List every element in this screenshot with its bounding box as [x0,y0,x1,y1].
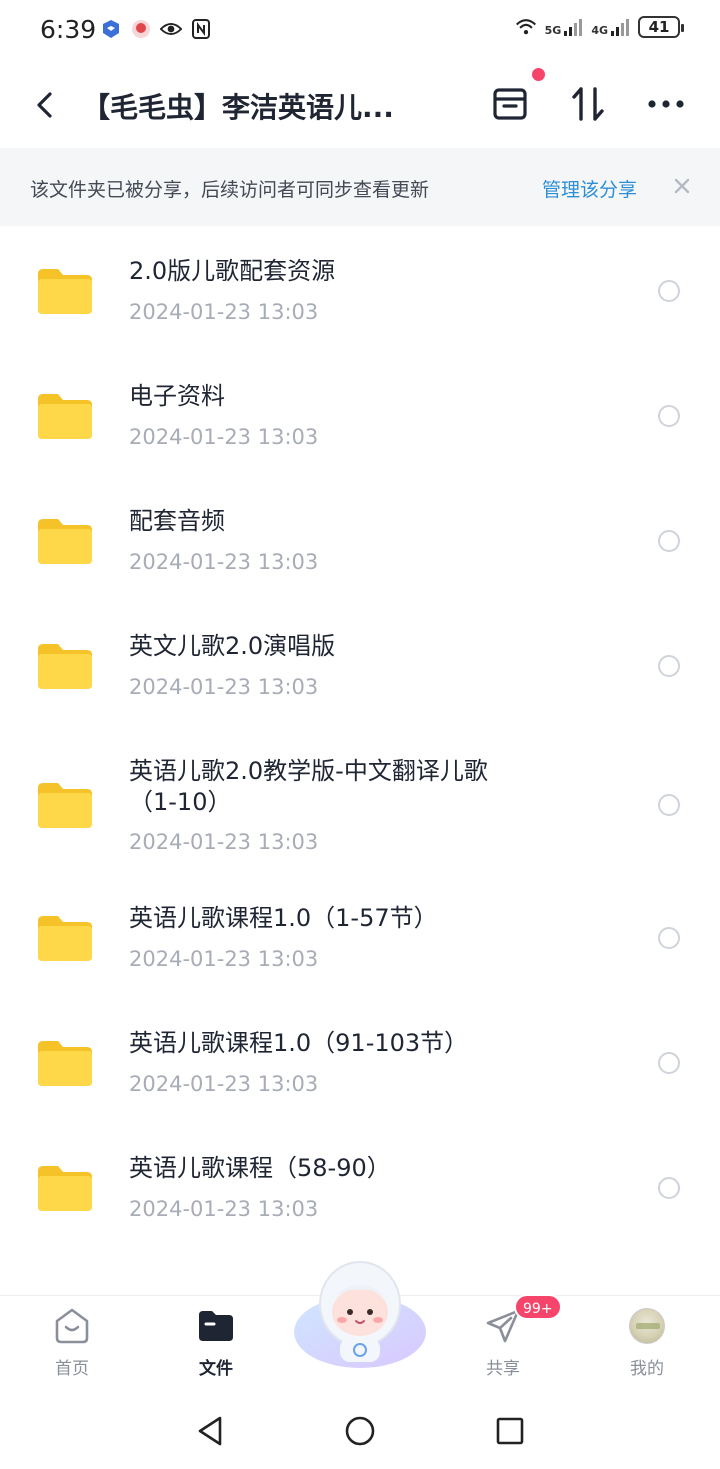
nav-item-home[interactable]: 首页 [27,1306,117,1386]
triangle-back-icon [198,1416,222,1446]
share-badge: 99+ [514,1294,562,1320]
nav-item-files[interactable]: 文件 [171,1306,261,1386]
folder-icon [38,269,92,314]
mascot-icon [294,1261,426,1368]
system-back-button[interactable] [192,1413,228,1449]
folder-icon [38,1166,92,1211]
wifi-icon [515,16,537,38]
folder-icon [38,1041,92,1086]
avatar [627,1306,667,1346]
file-time: 2024-01-23 13:03 [129,1072,319,1096]
select-radio[interactable] [658,280,680,302]
status-system-icons: 5G 4G 41 [515,16,684,38]
file-time: 2024-01-23 13:03 [129,550,319,574]
folder-icon [38,783,92,828]
avatar-image [629,1308,665,1344]
file-name: 英文儿歌2.0演唱版 [129,632,336,660]
select-radio[interactable] [658,655,680,677]
network-4g-label: 4G [591,24,608,37]
nav-label-home: 首页 [55,1359,89,1379]
file-time: 2024-01-23 13:03 [129,947,319,971]
nav-item-me[interactable]: 我的 [602,1306,692,1386]
more-button[interactable] [644,82,688,126]
file-name: 配套音频 [129,507,225,535]
inbox-button[interactable] [488,82,532,126]
square-recents-icon [496,1417,524,1445]
battery-indicator: 41 [638,16,684,38]
list-item[interactable]: 英语儿歌2.0教学版-中文翻译儿歌（1-10） 2024-01-23 13:03 [0,728,720,868]
notification-dot [532,68,545,81]
select-radio[interactable] [658,530,680,552]
status-time: 6:39 [40,15,97,44]
select-radio[interactable] [658,927,680,949]
inbox-icon [493,88,527,120]
select-radio[interactable] [658,1177,680,1199]
select-radio[interactable] [658,794,680,816]
file-time: 2024-01-23 13:03 [129,830,319,854]
status-bar: 6:39 5G 4G 41 [0,0,720,62]
circle-home-icon [345,1416,375,1446]
file-name: 英语儿歌课程1.0（1-57节） [129,904,438,932]
file-name: 英语儿歌2.0教学版-中文翻译儿歌（1-10） [129,757,488,816]
folder-nav-icon [196,1306,236,1346]
network-5g-label: 5G [544,24,562,37]
home-icon [52,1306,92,1346]
nav-label-share: 共享 [486,1359,520,1379]
signal-5g-icon [564,19,583,36]
file-time: 2024-01-23 13:03 [129,1197,319,1221]
file-time: 2024-01-23 13:03 [129,300,319,324]
status-notification-icons [100,18,212,40]
file-time: 2024-01-23 13:03 [129,675,319,699]
folder-icon [38,916,92,961]
file-name: 电子资料 [129,382,225,410]
list-item[interactable]: 英文儿歌2.0演唱版 2024-01-23 13:03 [0,603,720,723]
share-banner-text: 该文件夹已被分享，后续访问者可同步查看更新 [30,179,430,201]
file-name: 英语儿歌课程（58-90） [129,1154,391,1182]
red-app-notification-icon [130,18,152,40]
share-banner: 该文件夹已被分享，后续访问者可同步查看更新 管理该分享 [0,148,720,226]
page-title: 【毛毛虫】李洁英语儿... [82,91,394,124]
signal-4g-icon [611,19,629,36]
app-notification-icon [100,18,122,40]
nav-label-files: 文件 [199,1359,233,1379]
list-item[interactable]: 英语儿歌课程1.0（1-57节） 2024-01-23 13:03 [0,875,720,995]
eye-icon [160,18,182,40]
nav-label-me: 我的 [630,1359,664,1379]
sort-icon [572,87,604,121]
signal-5g: 5G [545,17,584,37]
system-recents-button[interactable] [492,1413,528,1449]
list-item[interactable]: 电子资料 2024-01-23 13:03 [0,353,720,473]
list-item[interactable]: 英语儿歌课程1.0（91-103节） 2024-01-23 13:03 [0,1000,720,1120]
nfc-icon [190,18,212,40]
file-time: 2024-01-23 13:03 [129,425,319,449]
list-item[interactable]: 英语儿歌课程（58-90） 2024-01-23 13:03 [0,1125,720,1245]
file-name: 2.0版儿歌配套资源 [129,257,336,285]
folder-icon [38,519,92,564]
more-icon [648,100,684,108]
list-item[interactable]: 配套音频 2024-01-23 13:03 [0,478,720,598]
sort-button[interactable] [566,82,610,126]
file-name: 英语儿歌课程1.0（91-103节） [129,1029,469,1057]
close-banner-button[interactable] [668,172,696,200]
back-button[interactable] [28,86,60,124]
manage-share-link[interactable]: 管理该分享 [542,175,637,202]
system-nav-bar [0,1393,720,1469]
list-item[interactable]: 2.0版儿歌配套资源 2024-01-23 13:03 [0,228,720,348]
folder-icon [38,644,92,689]
close-icon [674,178,690,194]
select-radio[interactable] [658,1052,680,1074]
header: 【毛毛虫】李洁英语儿... [0,62,720,148]
folder-icon [38,394,92,439]
select-radio[interactable] [658,405,680,427]
signal-4g: 4G [591,17,630,37]
mascot-assistant-button[interactable] [292,1258,428,1368]
back-icon [37,92,52,118]
system-home-button[interactable] [342,1413,378,1449]
